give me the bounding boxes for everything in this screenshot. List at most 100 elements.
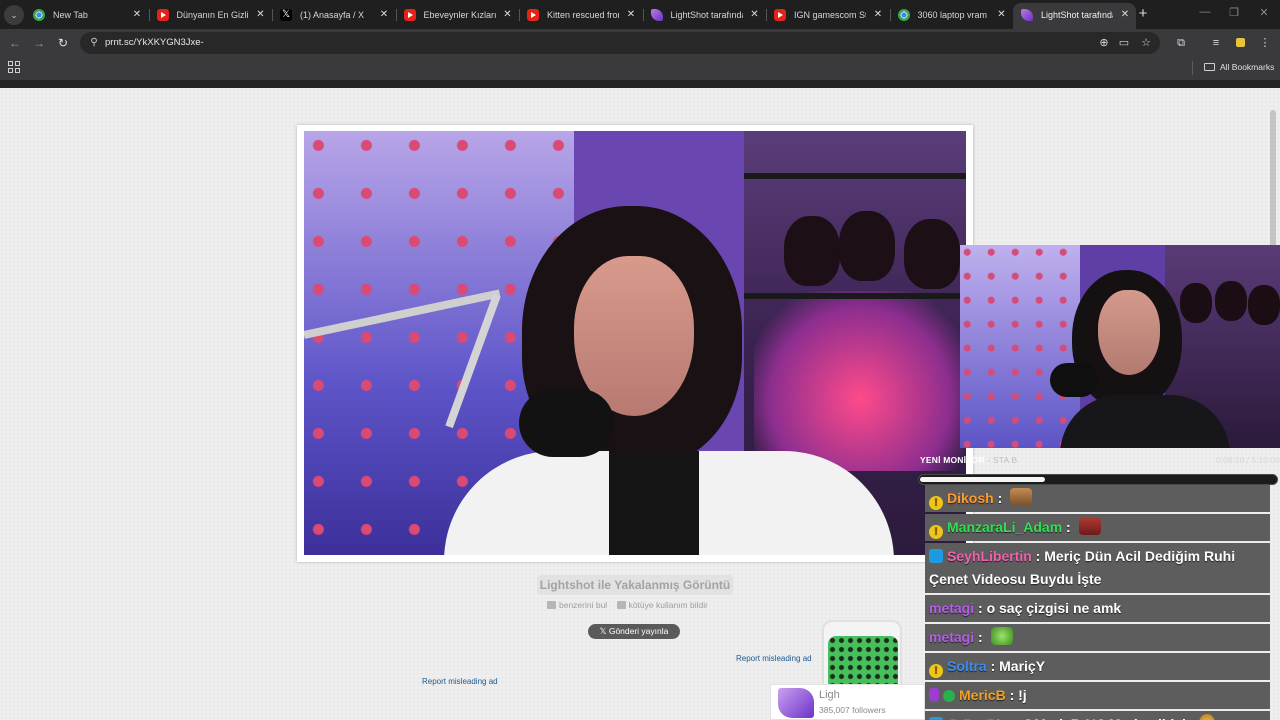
helmet-figure — [1248, 285, 1280, 325]
screenshot-caption: Lightshot ile Yakalanmış Görüntü — [537, 575, 733, 595]
minimize-icon[interactable]: — — [1197, 6, 1213, 18]
apps-grid-icon[interactable] — [8, 61, 20, 73]
tab-close-icon[interactable]: ✕ — [254, 3, 268, 27]
microphone — [519, 389, 614, 457]
tab-title: LightShot tarafından — [670, 10, 743, 20]
report-abuse-link[interactable]: kötüye kullanım bildir — [616, 600, 708, 610]
browser-tab[interactable]: 𝕏 (1) Anasayfa / X ✕ — [272, 3, 395, 29]
helmet-figure — [904, 219, 960, 289]
monitor-subtitle: - STA B — [987, 455, 1018, 465]
chat-text: !j — [1018, 687, 1027, 703]
forward-icon[interactable]: → — [30, 34, 48, 52]
zoom-icon[interactable]: ⊕ — [1096, 35, 1112, 51]
all-bookmarks-button[interactable]: All Bookmarks — [1220, 62, 1274, 72]
report-ad-link[interactable]: Report misleading ad — [736, 654, 812, 663]
report-ad-link[interactable]: Report misleading ad — [422, 677, 498, 686]
tab-divider — [272, 9, 273, 21]
chat-message: ! Dikosh : — [925, 485, 1270, 512]
menu-icon[interactable]: ⋮ — [1256, 34, 1274, 52]
address-bar[interactable]: ⚲ prnt.sc/YkXKYGN3Jxe- ⊕ ▭ ☆ — [80, 32, 1160, 54]
url-text[interactable]: prnt.sc/YkXKYGN3Jxe- — [105, 37, 204, 48]
chat-emote-icon — [990, 627, 1013, 645]
reload-icon[interactable]: ↻ — [54, 34, 72, 52]
moderator-badge-icon — [929, 549, 943, 563]
chat-overlay: ! Dikosh : ! ManzaraLi_Adam : SeyhLibertin… — [925, 485, 1270, 720]
monitor-time: 0:08:20 / 5:10:00 — [1216, 455, 1280, 465]
tab-divider — [766, 9, 767, 21]
browser-tab[interactable]: Kitten rescued from ✕ — [519, 3, 642, 29]
tab-title: Dünyanın En Gizli Yal — [176, 10, 249, 20]
webcam-overlay — [960, 245, 1280, 448]
browser-tab[interactable]: LightShot tarafından ✕ — [643, 3, 766, 29]
wallpaper — [960, 245, 1080, 448]
chat-text: o saç çizgisi ne amk — [986, 600, 1122, 616]
screenshot-image[interactable] — [304, 131, 966, 555]
chat-separator: : — [986, 658, 1000, 674]
helmet-figure — [1180, 283, 1212, 323]
lightshot-name: Ligh — [819, 689, 840, 701]
chat-separator: : — [1031, 548, 1045, 564]
restore-icon[interactable]: ❐ — [1226, 6, 1242, 19]
tab-close-icon[interactable]: ✕ — [501, 3, 515, 27]
bookmarks-bar: All Bookmarks — [0, 56, 1280, 80]
cast-icon[interactable]: ▭ — [1116, 35, 1132, 51]
chat-username: BotRix — [963, 716, 1008, 720]
lightshot-followers: 385,007 followers — [819, 705, 886, 715]
tab-search-icon[interactable]: ⌄ — [4, 5, 24, 25]
browser-tab[interactable]: Dünyanın En Gizli Yal ✕ — [149, 3, 272, 29]
tab-title: (1) Anasayfa / X — [300, 10, 365, 20]
pink-light — [754, 291, 966, 471]
back-icon[interactable]: ← — [6, 34, 24, 52]
find-similar-link[interactable]: benzerini bul — [547, 600, 607, 610]
chat-message: ! Soltra : MariçY — [925, 653, 1270, 680]
shelf — [744, 173, 966, 179]
tab-divider — [148, 9, 150, 21]
microphone — [1050, 363, 1098, 397]
browser-tab[interactable]: LightShot tarafından ✕ — [1013, 3, 1136, 29]
tab-title: LightShot tarafından — [1041, 10, 1113, 20]
bookmark-star-icon[interactable]: ☆ — [1138, 35, 1154, 51]
helmet-figure — [1215, 281, 1247, 321]
lightshot-follow-card[interactable]: Ligh 385,007 followers — [770, 684, 925, 720]
tab-close-icon[interactable]: ✕ — [624, 3, 638, 27]
vip-badge-icon — [929, 688, 939, 702]
browser-tab[interactable]: New Tab ✕ — [25, 3, 148, 29]
x-icon: 𝕏 — [280, 9, 292, 21]
browser-tab[interactable]: Ebeveynler Kızlarının ✕ — [396, 3, 519, 29]
chat-message: SeyhLibertin : Meriç Dün Acil Dediğim Ru… — [925, 543, 1270, 593]
tab-close-icon[interactable]: ✕ — [130, 3, 144, 27]
tab-divider — [642, 9, 644, 21]
tab-close-icon[interactable]: ✕ — [1118, 3, 1132, 27]
tab-divider — [889, 9, 891, 21]
subscriber-badge-icon: ! — [929, 496, 943, 510]
site-info-icon[interactable]: ⚲ — [86, 35, 102, 51]
new-tab-button[interactable]: + — [1135, 6, 1151, 22]
monitor-progress-fill — [920, 477, 1045, 482]
helmet-figure — [839, 211, 895, 281]
close-window-icon[interactable]: ✕ — [1256, 6, 1272, 19]
tweet-button-label: Gönderi yayınla — [608, 626, 669, 636]
youtube-icon — [403, 9, 416, 21]
tab-search-list-icon[interactable]: ≡ — [1207, 34, 1225, 52]
tab-close-icon[interactable]: ✕ — [871, 3, 885, 27]
youtube-icon — [156, 9, 169, 21]
lightshot-icon — [1021, 9, 1033, 21]
x-icon: 𝕏 — [599, 626, 609, 636]
browser-tab[interactable]: 3060 laptop vram - G ✕ — [890, 3, 1013, 29]
chat-username: SeyhLibertin — [947, 548, 1032, 564]
chat-separator: : — [1005, 687, 1019, 703]
tab-close-icon[interactable]: ✕ — [377, 3, 391, 27]
profile-icon[interactable] — [1236, 38, 1245, 47]
chat-text: @MericB %8 Meriç gibisin — [1021, 716, 1195, 720]
browser-tab[interactable]: IGN gamescom Stud ✕ — [766, 3, 889, 29]
tab-close-icon[interactable]: ✕ — [748, 3, 762, 27]
extensions-icon[interactable]: ⧉ — [1172, 34, 1190, 52]
tab-close-icon[interactable]: ✕ — [995, 3, 1009, 27]
helmet-figure — [784, 216, 840, 286]
chat-emote-icon — [1198, 714, 1215, 720]
youtube-icon — [527, 9, 539, 21]
tweet-button[interactable]: 𝕏 Gönderi yayınla — [588, 624, 680, 639]
chat-message: MericB : !j — [925, 682, 1270, 709]
chat-username: ManzaraLi_Adam — [947, 519, 1063, 535]
lightshot-logo — [778, 688, 814, 718]
